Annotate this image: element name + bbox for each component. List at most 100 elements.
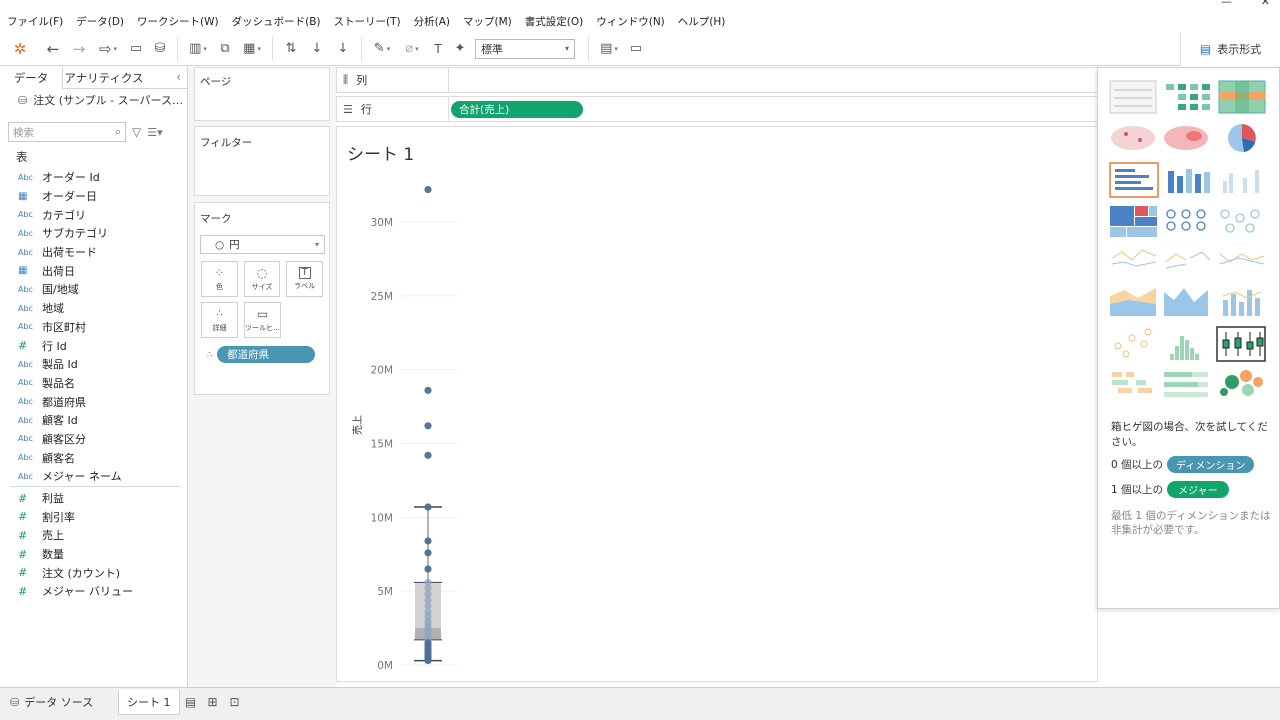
box-plot-chart[interactable]: 売上 0M 5M 10M 15M 20M 25M 30M bbox=[337, 127, 1099, 683]
pie-chart-thumb[interactable] bbox=[1228, 124, 1256, 152]
heat-map-thumb[interactable] bbox=[1166, 84, 1210, 110]
stacked-bars-thumb[interactable] bbox=[1168, 169, 1210, 193]
search-input[interactable]: 検索 ⌕ bbox=[8, 122, 126, 142]
discrete-lines-thumb[interactable] bbox=[1165, 251, 1211, 269]
field-item[interactable]: # 数量 bbox=[0, 545, 187, 564]
filled-map-thumb[interactable] bbox=[1164, 126, 1208, 150]
filters-card[interactable]: フィルター bbox=[194, 126, 330, 196]
detail-button[interactable]: ∴ 詳細 bbox=[201, 302, 238, 338]
list-view-icon[interactable]: ☰▾ bbox=[147, 126, 162, 139]
menu-analysis[interactable]: 分析(A) bbox=[414, 14, 450, 29]
field-item[interactable]: Abc オーダー Id bbox=[0, 168, 187, 187]
collapse-icon[interactable]: ‹ bbox=[176, 70, 181, 84]
group-icon[interactable]: ⌀ ▾ bbox=[397, 37, 427, 61]
show-cards-icon[interactable]: ▤ ▾ bbox=[594, 37, 624, 61]
size-button[interactable]: ◌ サイズ bbox=[243, 261, 281, 297]
data-point[interactable] bbox=[424, 386, 432, 394]
menu-format[interactable]: 書式設定(O) bbox=[525, 14, 583, 29]
field-item[interactable]: Abc 製品 Id bbox=[0, 355, 187, 374]
sheet-tab[interactable]: シート 1 bbox=[118, 689, 180, 715]
continuous-lines-thumb[interactable] bbox=[1111, 249, 1157, 267]
field-item[interactable]: # 割引率 bbox=[0, 507, 187, 526]
text-table-thumb[interactable] bbox=[1109, 80, 1157, 114]
data-point[interactable] bbox=[424, 422, 432, 430]
menu-map[interactable]: マップ(M) bbox=[463, 14, 512, 29]
columns-shelf[interactable]: ⫼ 列 bbox=[336, 67, 1098, 93]
menu-file[interactable]: ファイル(F) bbox=[7, 14, 63, 29]
dual-combination-thumb[interactable] bbox=[1222, 290, 1261, 316]
replay-icon[interactable]: ⇨ ▾ bbox=[92, 37, 124, 61]
field-item[interactable]: ▦ 出荷日 bbox=[0, 261, 187, 280]
tab-analytics[interactable]: アナリティクス bbox=[63, 67, 145, 89]
presentation-mode-icon[interactable]: ▭ bbox=[624, 37, 648, 61]
field-item[interactable]: Abc 市区町村 bbox=[0, 318, 187, 337]
area-continuous-thumb[interactable] bbox=[1110, 288, 1156, 316]
new-datasource-icon[interactable]: ⛁ bbox=[148, 37, 172, 61]
area-discrete-thumb[interactable] bbox=[1164, 288, 1208, 316]
scatter-plot-thumb[interactable] bbox=[1114, 328, 1152, 358]
field-item[interactable]: # 利益 bbox=[0, 489, 187, 508]
minimize-icon[interactable]: — bbox=[1221, 0, 1232, 8]
side-by-side-bars-thumb[interactable] bbox=[1223, 170, 1259, 193]
undo-icon[interactable]: ← bbox=[40, 37, 66, 61]
new-story-tab-icon[interactable]: ⊡ bbox=[224, 695, 246, 709]
data-point[interactable] bbox=[424, 503, 432, 511]
text-label-icon[interactable]: T bbox=[427, 37, 449, 61]
data-point[interactable] bbox=[424, 451, 432, 459]
highlight-icon[interactable]: ✎ ▾ bbox=[367, 37, 397, 61]
menu-help[interactable]: ヘルプ(H) bbox=[678, 14, 726, 29]
pages-card[interactable]: ページ bbox=[194, 67, 330, 121]
symbol-map-thumb[interactable] bbox=[1111, 126, 1155, 150]
menu-dashboard[interactable]: ダッシュボード(B) bbox=[232, 14, 321, 29]
rows-shelf[interactable]: ☰ 行 合計(売上) bbox=[336, 96, 1098, 122]
label-button[interactable]: T ラベル bbox=[286, 261, 324, 297]
clear-sheet-icon[interactable]: ▦ ▾ bbox=[237, 37, 267, 61]
menu-story[interactable]: ストーリー(T) bbox=[334, 14, 401, 29]
menu-worksheet[interactable]: ワークシート(W) bbox=[137, 14, 219, 29]
color-button[interactable]: ⁘ 色 bbox=[201, 261, 238, 297]
new-dashboard-tab-icon[interactable]: ⊞ bbox=[202, 695, 224, 709]
tab-data[interactable]: データ bbox=[0, 67, 63, 89]
filter-icon[interactable]: ▽ bbox=[132, 125, 141, 139]
field-item[interactable]: Abc 顧客区分 bbox=[0, 430, 187, 449]
pin-icon[interactable]: ✦ bbox=[449, 37, 471, 61]
field-item[interactable]: Abc 出荷モード bbox=[0, 243, 187, 262]
sort-descending-icon[interactable]: ↓ bbox=[330, 37, 356, 61]
field-item[interactable]: # 売上 bbox=[0, 526, 187, 545]
bullet-graph-thumb[interactable] bbox=[1164, 372, 1208, 397]
detail-pill[interactable]: 都道府県 bbox=[217, 346, 316, 363]
circle-views-thumb[interactable] bbox=[1166, 209, 1206, 231]
save-icon[interactable]: ▭ bbox=[124, 37, 148, 61]
field-item[interactable]: Abc 顧客名 bbox=[0, 448, 187, 467]
new-worksheet-icon[interactable]: ▥ ▾ bbox=[183, 37, 213, 61]
new-worksheet-tab-icon[interactable]: ▤ bbox=[180, 695, 202, 709]
field-item[interactable]: Abc 国/地域 bbox=[0, 280, 187, 299]
field-item[interactable]: Abc サブカテゴリ bbox=[0, 224, 187, 243]
show-me-button[interactable]: ▤ 表示形式 bbox=[1180, 32, 1280, 66]
field-item[interactable]: ▦ オーダー日 bbox=[0, 187, 187, 206]
field-item[interactable]: Abc カテゴリ bbox=[0, 205, 187, 224]
swap-icon[interactable]: ⇅ bbox=[278, 37, 304, 61]
fit-select[interactable]: 標準 ▾ bbox=[475, 38, 575, 59]
field-item[interactable]: # 行 Id bbox=[0, 336, 187, 355]
rows-pill-sales[interactable]: 合計(売上) bbox=[451, 100, 583, 118]
data-point[interactable] bbox=[424, 549, 432, 557]
horizontal-bars-thumb[interactable] bbox=[1109, 162, 1159, 198]
menu-window[interactable]: ウィンドウ(N) bbox=[596, 14, 665, 29]
gantt-thumb[interactable] bbox=[1112, 372, 1152, 393]
highlight-table-thumb[interactable] bbox=[1218, 80, 1266, 114]
datasource-item[interactable]: ⛁ 注文 (サンプル - スーパース… bbox=[0, 89, 187, 111]
datasource-tab[interactable]: ⛁ データ ソース bbox=[0, 689, 110, 715]
close-icon[interactable]: ✕ bbox=[1261, 0, 1270, 8]
duplicate-sheet-icon[interactable]: ⧉ bbox=[213, 37, 237, 61]
histogram-thumb[interactable] bbox=[1170, 336, 1199, 360]
data-point[interactable] bbox=[424, 565, 432, 573]
data-point[interactable] bbox=[424, 185, 432, 194]
dual-lines-thumb[interactable] bbox=[1219, 253, 1265, 265]
treemap-thumb[interactable] bbox=[1110, 206, 1157, 237]
menu-data[interactable]: データ(D) bbox=[76, 14, 124, 29]
field-item[interactable]: # 注文 (カウント) bbox=[0, 563, 187, 582]
data-point[interactable] bbox=[424, 656, 432, 665]
tableau-logo-icon[interactable]: ✲ bbox=[0, 37, 40, 61]
redo-icon[interactable]: → bbox=[66, 37, 92, 61]
